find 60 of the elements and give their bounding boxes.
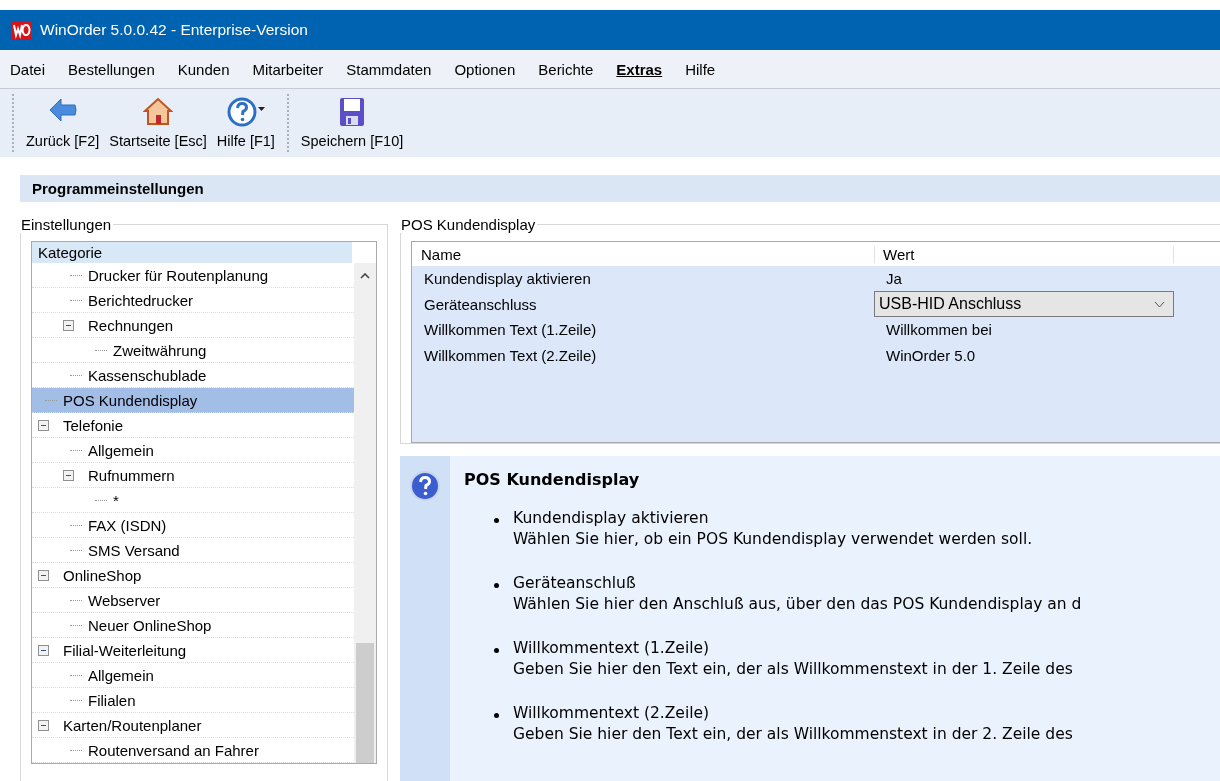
toolbar-button[interactable]: Startseite [Esc] [105, 95, 211, 151]
collapse-icon[interactable] [38, 569, 49, 581]
house-icon [143, 97, 174, 125]
property-value[interactable]: Willkommen bei [874, 321, 992, 339]
help-text: Geben Sie hier den Text ein, der als Willkommenstext in der 1. Zeile des [513, 660, 1073, 678]
help-text: Wählen Sie hier, ob ein POS Kundendisplay verwendet werden soll. [513, 530, 1033, 548]
toolbar-button[interactable]: Zurück [F2] [22, 95, 104, 151]
window-title: WinOrder 5.0.0.42 - Enterprise-Version [40, 21, 308, 39]
group-title: POS Kundendisplay [400, 216, 537, 233]
property-name: Willkommen Text (1.Zeile) [423, 321, 598, 339]
property-name: Willkommen Text (2.Zeile) [423, 346, 598, 364]
property-value[interactable]: Ja [874, 270, 902, 288]
tree-item[interactable]: Rechnungen [32, 313, 354, 338]
help-icon [226, 97, 257, 127]
menu-item[interactable]: Extras [616, 60, 663, 78]
collapse-icon[interactable] [63, 319, 74, 331]
scrollbar-thumb[interactable] [356, 643, 374, 763]
tree-item[interactable]: POS Kundendisplay [32, 388, 354, 413]
help-heading: Willkommentext (1.Zeile) [513, 639, 711, 657]
menu-item[interactable]: Berichte [538, 60, 594, 78]
menu-item[interactable]: Optionen [454, 60, 516, 78]
menu-item[interactable]: Hilfe [685, 60, 716, 78]
tree-item[interactable]: OnlineShop [32, 563, 354, 588]
toolbar-button[interactable]: Hilfe [F1] [212, 95, 279, 151]
column-header: Kategorie [32, 242, 352, 263]
scroll-up-icon[interactable] [360, 273, 370, 279]
toolbar-button[interactable]: Speichern [F10] [296, 95, 408, 151]
tree-item[interactable]: Telefonie [32, 413, 354, 438]
collapse-icon[interactable] [63, 469, 74, 481]
help-title: POS Kundendisplay [464, 470, 641, 489]
app-logo-icon [12, 21, 32, 39]
connection-dropdown[interactable]: USB-HID Anschluss [874, 291, 1174, 318]
property-name: Geräteanschluss [423, 295, 538, 313]
collapse-icon[interactable] [38, 644, 49, 656]
collapse-icon[interactable] [38, 419, 49, 431]
property-name: Kundendisplay aktivieren [423, 270, 592, 288]
property-value[interactable]: WinOrder 5.0 [874, 346, 976, 364]
menu-item[interactable]: Kunden [177, 60, 230, 78]
help-heading: Kundendisplay aktivieren [513, 509, 710, 527]
page-header: Programmeinstellungen [20, 175, 1220, 202]
help-text: Wählen Sie hier den Anschluß aus, über den das POS Kundendisplay an d [513, 595, 1082, 613]
group-title: Einstellungen [20, 216, 113, 233]
tree-item[interactable]: Rufnummern [32, 463, 354, 488]
menu-item[interactable]: Stammdaten [346, 60, 432, 78]
menu-item[interactable]: Bestellungen [68, 60, 155, 78]
scrollbar[interactable] [354, 263, 376, 763]
help-heading: Willkommentext (2.Zeile) [513, 704, 711, 722]
column-header: Name [412, 245, 875, 263]
menu-item[interactable]: Datei [10, 60, 46, 78]
help-icon [409, 470, 441, 502]
caret-icon [257, 107, 265, 111]
help-text: Geben Sie hier den Text ein, der als Willkommenstext in der 2. Zeile des [513, 725, 1073, 743]
left-arrow-icon [47, 97, 78, 123]
menu-item[interactable]: Mitarbeiter [252, 60, 324, 78]
column-header: Wert [875, 245, 1174, 263]
tree-item[interactable]: Karten/Routenplaner [32, 713, 354, 738]
help-heading: Geräteanschluß [513, 574, 637, 592]
collapse-icon[interactable] [38, 719, 49, 731]
chevron-down-icon [1154, 300, 1165, 308]
tree-item[interactable]: Filial-Weiterleitung [32, 638, 354, 663]
